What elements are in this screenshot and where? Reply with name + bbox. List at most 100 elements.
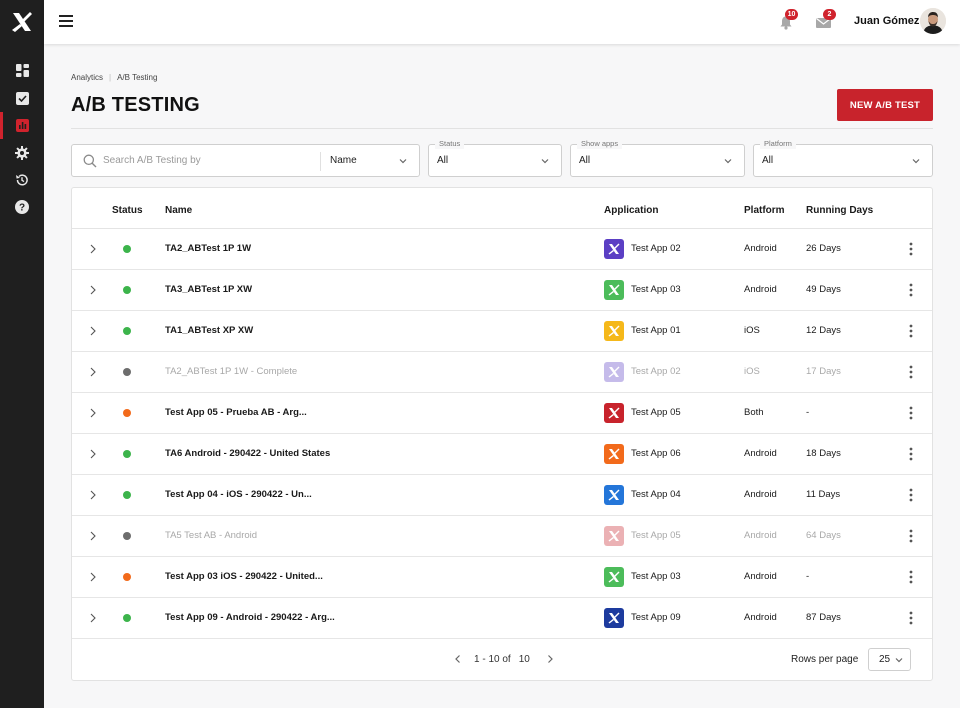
more-vert-icon[interactable] xyxy=(906,446,916,462)
chevron-right-icon[interactable] xyxy=(88,449,98,459)
table-row[interactable]: TA2_ABTest 1P 1W Test App 02 Android 26 Day… xyxy=(72,229,932,270)
app-icon xyxy=(604,239,624,259)
sidebar-item-analytics[interactable] xyxy=(0,112,44,139)
table-row[interactable]: TA6 Android - 290422 - United States Test… xyxy=(72,434,932,475)
table-header: Status Name Application Platform Running… xyxy=(72,188,932,229)
test-name[interactable]: TA6 Android - 290422 - United States xyxy=(165,448,330,459)
more-vert-icon[interactable] xyxy=(906,241,916,257)
test-name[interactable]: Test App 03 iOS - 290422 - United... xyxy=(165,571,323,582)
messages-button[interactable]: 2 xyxy=(815,9,836,32)
chevron-right-icon[interactable] xyxy=(88,285,98,295)
column-name[interactable]: Name xyxy=(165,205,192,216)
header-divider xyxy=(71,128,933,129)
more-vert-icon[interactable] xyxy=(906,569,916,585)
chevron-right-icon[interactable] xyxy=(88,408,98,418)
platform-select[interactable]: Platform All xyxy=(753,139,933,177)
more-vert-icon[interactable] xyxy=(906,282,916,298)
search-divider xyxy=(320,152,321,171)
column-status[interactable]: Status xyxy=(112,205,143,216)
chevron-right-icon[interactable] xyxy=(88,572,98,582)
test-name[interactable]: TA5 Test AB - Android xyxy=(165,530,257,541)
chevron-right-icon[interactable] xyxy=(88,244,98,254)
sidebar-item-settings[interactable] xyxy=(0,139,44,166)
checkbox-icon xyxy=(15,92,29,105)
chevron-right-icon[interactable] xyxy=(88,326,98,336)
test-name[interactable]: TA2_ABTest 1P 1W - Complete xyxy=(165,366,297,377)
sidebar-item-help[interactable]: ? xyxy=(0,193,44,220)
status-dot xyxy=(123,491,131,499)
more-vert-icon[interactable] xyxy=(906,405,916,421)
sidebar-item-tasks[interactable] xyxy=(0,85,44,112)
app-logo-icon xyxy=(608,366,620,378)
table-row[interactable]: Test App 03 iOS - 290422 - United... Test… xyxy=(72,557,932,598)
sidebar-item-history[interactable] xyxy=(0,166,44,193)
status-dot xyxy=(123,286,131,294)
running-days: 87 Days xyxy=(806,612,841,623)
status-value: All xyxy=(437,155,449,166)
status-dot xyxy=(123,532,131,540)
more-vert-icon[interactable] xyxy=(906,364,916,380)
test-name[interactable]: Test App 04 - iOS - 290422 - Un... xyxy=(165,489,312,500)
avatar[interactable] xyxy=(920,8,946,34)
platform-value: Android xyxy=(744,612,777,623)
table-row[interactable]: TA2_ABTest 1P 1W - Complete Test App 02 iO… xyxy=(72,352,932,393)
top-bar: 10 2 Juan Gómez xyxy=(44,0,960,44)
test-name[interactable]: TA1_ABTest XP XW xyxy=(165,325,253,336)
search-by-select[interactable]: Name xyxy=(330,155,357,166)
status-dot xyxy=(123,409,131,417)
test-name[interactable]: Test App 09 - Android - 290422 - Arg... xyxy=(165,612,335,623)
running-days: 18 Days xyxy=(806,448,841,459)
user-name[interactable]: Juan Gómez xyxy=(854,15,919,27)
column-application[interactable]: Application xyxy=(604,205,658,216)
running-days: - xyxy=(806,407,810,418)
chevron-right-icon[interactable] xyxy=(88,367,98,377)
breadcrumb-analytics[interactable]: Analytics xyxy=(71,73,103,82)
next-page-icon[interactable] xyxy=(544,653,556,665)
table-row[interactable]: TA1_ABTest XP XW Test App 01 iOS 12 Days xyxy=(72,311,932,352)
application-name: Test App 05 xyxy=(631,530,681,541)
search-input[interactable]: Search A/B Testing by xyxy=(103,155,201,166)
platform-value: Android xyxy=(744,530,777,541)
status-dot xyxy=(123,327,131,335)
user-avatar-icon xyxy=(920,8,946,34)
more-vert-icon[interactable] xyxy=(906,610,916,626)
notifications-button[interactable]: 10 xyxy=(777,9,798,32)
app-icon xyxy=(604,608,624,628)
rows-per-page-select[interactable]: 25 xyxy=(868,648,911,671)
test-name[interactable]: TA3_ABTest 1P XW xyxy=(165,284,252,295)
more-vert-icon[interactable] xyxy=(906,528,916,544)
new-ab-test-button[interactable]: NEW A/B TEST xyxy=(837,89,933,121)
chevron-down-icon xyxy=(895,658,903,663)
table-row[interactable]: Test App 05 - Prueba AB - Arg... Test App… xyxy=(72,393,932,434)
rows-per-page-value: 25 xyxy=(879,654,891,665)
chevron-right-icon[interactable] xyxy=(88,490,98,500)
sidebar: ? xyxy=(0,0,44,708)
history-icon xyxy=(16,173,28,186)
test-name[interactable]: Test App 05 - Prueba AB - Arg... xyxy=(165,407,307,418)
table-row[interactable]: Test App 04 - iOS - 290422 - Un... Test A… xyxy=(72,475,932,516)
chevron-right-icon[interactable] xyxy=(88,531,98,541)
status-select[interactable]: Status All xyxy=(428,139,562,177)
column-platform[interactable]: Platform xyxy=(744,205,785,216)
table-row[interactable]: TA3_ABTest 1P XW Test App 03 Android 49 Day… xyxy=(72,270,932,311)
platform-value: iOS xyxy=(744,366,760,377)
test-name[interactable]: TA2_ABTest 1P 1W xyxy=(165,243,251,254)
column-running-days[interactable]: Running Days xyxy=(806,205,873,216)
chevron-down-icon xyxy=(541,159,549,164)
show-apps-select[interactable]: Show apps All xyxy=(570,139,745,177)
app-icon xyxy=(604,362,624,382)
status-dot xyxy=(123,245,131,253)
more-vert-icon[interactable] xyxy=(906,323,916,339)
sidebar-item-dashboard[interactable] xyxy=(0,57,44,84)
table-row[interactable]: Test App 09 - Android - 290422 - Arg... T… xyxy=(72,598,932,639)
platform-label: Platform xyxy=(760,139,796,149)
app-logo-icon xyxy=(608,612,620,624)
menu-toggle-button[interactable] xyxy=(59,15,73,29)
previous-page-icon[interactable] xyxy=(452,653,464,665)
search-field[interactable]: Search A/B Testing by Name xyxy=(71,144,420,177)
table-row[interactable]: TA5 Test AB - Android Test App 05 Android 6… xyxy=(72,516,932,557)
chevron-right-icon[interactable] xyxy=(88,613,98,623)
brand-logo[interactable] xyxy=(0,0,44,44)
more-vert-icon[interactable] xyxy=(906,487,916,503)
page-total: 10 xyxy=(518,653,530,665)
